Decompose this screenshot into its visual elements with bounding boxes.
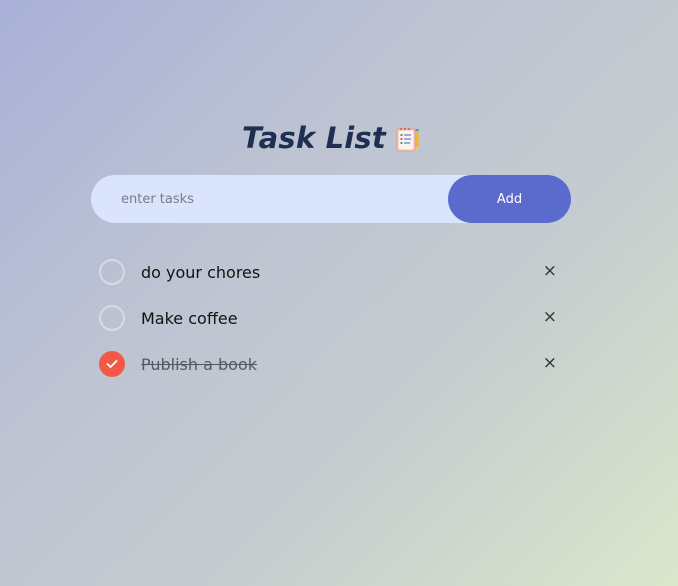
task-list: do your chores × Make coffee × Publish a… <box>91 249 571 387</box>
task-label: Make coffee <box>141 308 238 328</box>
task-item[interactable]: Publish a book × <box>91 341 571 387</box>
page-title: Task List <box>242 121 386 155</box>
task-label: do your chores <box>141 262 261 282</box>
title-row: Task List <box>91 110 571 166</box>
task-label: Publish a book <box>141 354 258 374</box>
task-item[interactable]: Make coffee × <box>91 295 571 341</box>
checkmark-icon <box>106 360 118 368</box>
todo-app: Task List Add <box>91 110 571 387</box>
close-icon[interactable]: × <box>543 263 557 280</box>
checked-circle-icon[interactable] <box>99 351 125 377</box>
task-item[interactable]: do your chores × <box>91 249 571 295</box>
add-button[interactable]: Add <box>448 175 571 223</box>
unchecked-circle-icon[interactable] <box>99 259 125 285</box>
close-icon[interactable]: × <box>543 309 557 326</box>
notepad-icon <box>396 126 420 152</box>
close-icon[interactable]: × <box>543 355 557 372</box>
unchecked-circle-icon[interactable] <box>99 305 125 331</box>
task-input-row: Add <box>91 175 571 223</box>
